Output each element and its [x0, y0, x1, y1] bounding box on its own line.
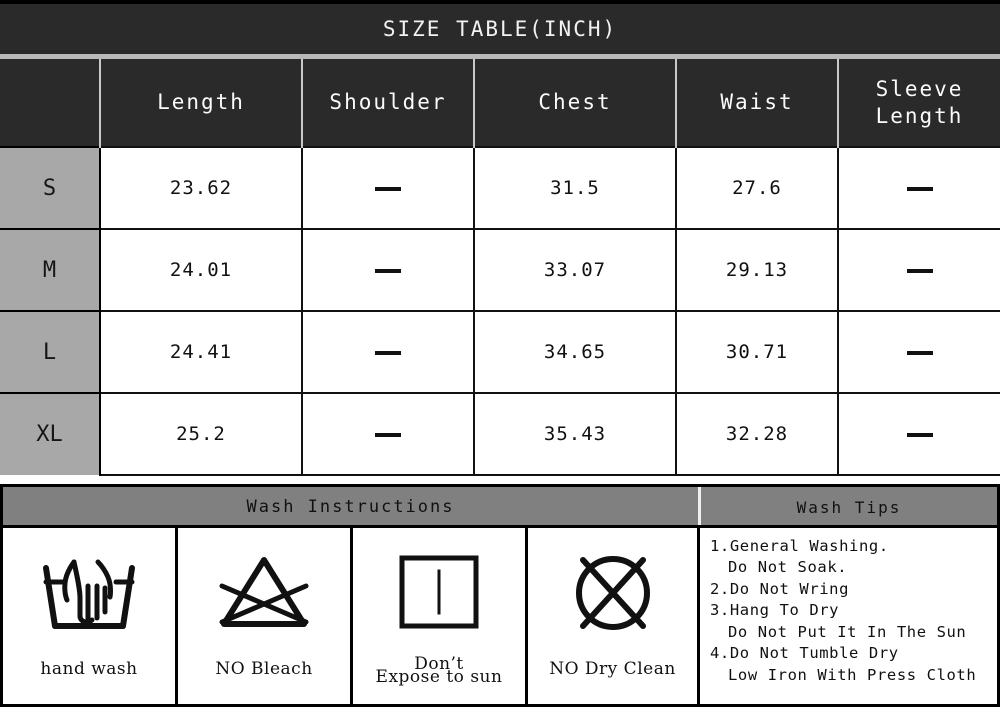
wash-header-row: Wash Instructions Wash Tips [3, 487, 997, 528]
wash-tips-header: Wash Tips [796, 498, 902, 517]
wash-tip-line: 4.Do Not Tumble Dry [710, 644, 899, 663]
cell-shoulder [301, 228, 475, 312]
header-corner-cell [0, 59, 100, 147]
empty-dash [906, 186, 933, 191]
no-dry-clean-label: NO Dry Clean [549, 659, 676, 679]
header-sleeve-line1: Sleeve [875, 76, 964, 101]
header-length: Length [99, 59, 302, 147]
cell-chest: 35.43 [473, 392, 677, 476]
size-label-cell: S [0, 146, 101, 229]
empty-dash [375, 268, 401, 273]
cell-shoulder [301, 392, 475, 476]
cell-waist: 27.6 [675, 146, 839, 230]
hand-wash-icon [36, 550, 142, 636]
size-label-cell: M [0, 228, 101, 311]
empty-dash [906, 432, 933, 437]
header-waist: Waist [675, 59, 838, 147]
wash-tip-line: Do Not Soak. [728, 558, 848, 577]
empty-dash [375, 432, 401, 437]
header-sleeve-line2: Length [875, 103, 964, 128]
table-row: L 24.41 34.65 30.71 [0, 310, 1000, 394]
size-table-title: SIZE TABLE(INCH) [0, 4, 1000, 54]
wash-tip-line: Low Iron With Press Cloth [728, 665, 977, 684]
size-table-header-row: Length Shoulder Chest Waist Sleeve Lengt… [0, 59, 1000, 147]
cell-shoulder [301, 146, 475, 230]
wash-panel: Wash Instructions Wash Tips hand wash NO… [0, 484, 1000, 707]
cell-shoulder [301, 310, 475, 394]
wash-instructions-header: Wash Instructions [3, 487, 701, 525]
size-chart-page: SIZE TABLE(INCH) Length Shoulder Chest W… [0, 0, 1000, 707]
wash-symbol-hand-wash: hand wash [3, 528, 178, 704]
cell-chest: 34.65 [473, 310, 677, 394]
wash-tip-line: 3.Hang To Dry [710, 601, 840, 620]
cell-sleeve [837, 310, 1000, 394]
hand-wash-label: hand wash [40, 659, 138, 679]
size-table-grid: Length Shoulder Chest Waist Sleeve Lengt… [0, 59, 1000, 476]
table-row: XL 25.2 35.43 32.28 [0, 392, 1000, 476]
header-chest: Chest [473, 59, 676, 147]
size-label-cell: L [0, 310, 101, 393]
cell-waist: 30.71 [675, 310, 839, 394]
cell-waist: 32.28 [675, 392, 839, 476]
header-sleeve-length: Sleeve Length [837, 59, 1000, 147]
size-table-panel: SIZE TABLE(INCH) Length Shoulder Chest W… [0, 0, 1000, 476]
cell-chest: 33.07 [473, 228, 677, 312]
size-label-cell: XL [0, 392, 101, 475]
cell-length: 24.01 [99, 228, 303, 312]
no-dry-clean-icon [570, 550, 656, 636]
header-shoulder: Shoulder [301, 59, 474, 147]
cell-length: 25.2 [99, 392, 303, 476]
cell-length: 24.41 [99, 310, 303, 394]
dry-in-shade-icon [397, 550, 481, 636]
wash-body-row: hand wash NO Bleach Don’t Expose to sun … [3, 528, 997, 704]
cell-sleeve [837, 146, 1000, 230]
cell-length: 23.62 [99, 146, 303, 230]
cell-chest: 31.5 [473, 146, 677, 230]
cell-sleeve [837, 392, 1000, 476]
table-row: S 23.62 31.5 27.6 [0, 146, 1000, 230]
no-bleach-icon [214, 550, 314, 636]
wash-symbol-no-bleach: NO Bleach [178, 528, 353, 704]
wash-tip-line: 1.General Washing. [710, 537, 889, 555]
no-bleach-label: NO Bleach [215, 659, 313, 679]
wash-symbol-dry-in-shade: Don’t Expose to sun [353, 528, 528, 704]
empty-dash [375, 186, 401, 191]
wash-symbol-no-dry-clean: NO Dry Clean [528, 528, 700, 704]
empty-dash [375, 350, 401, 355]
table-row: M 24.01 33.07 29.13 [0, 228, 1000, 312]
wash-tip-line: Do Not Put It In The Sun [728, 622, 967, 641]
empty-dash [906, 350, 933, 355]
dry-in-shade-label: Don’t Expose to sun [375, 654, 503, 687]
empty-dash [906, 268, 933, 273]
cell-waist: 29.13 [675, 228, 839, 312]
wash-tips-list: 1.General Washing. Do Not Soak. 2.Do Not W… [700, 528, 997, 704]
cell-sleeve [837, 228, 1000, 312]
size-table-body: S 23.62 31.5 27.6 M 24.01 33.07 29.13 L 24.41 34.6… [0, 146, 1000, 476]
wash-tip-line: 2.Do Not Wring [710, 579, 850, 598]
